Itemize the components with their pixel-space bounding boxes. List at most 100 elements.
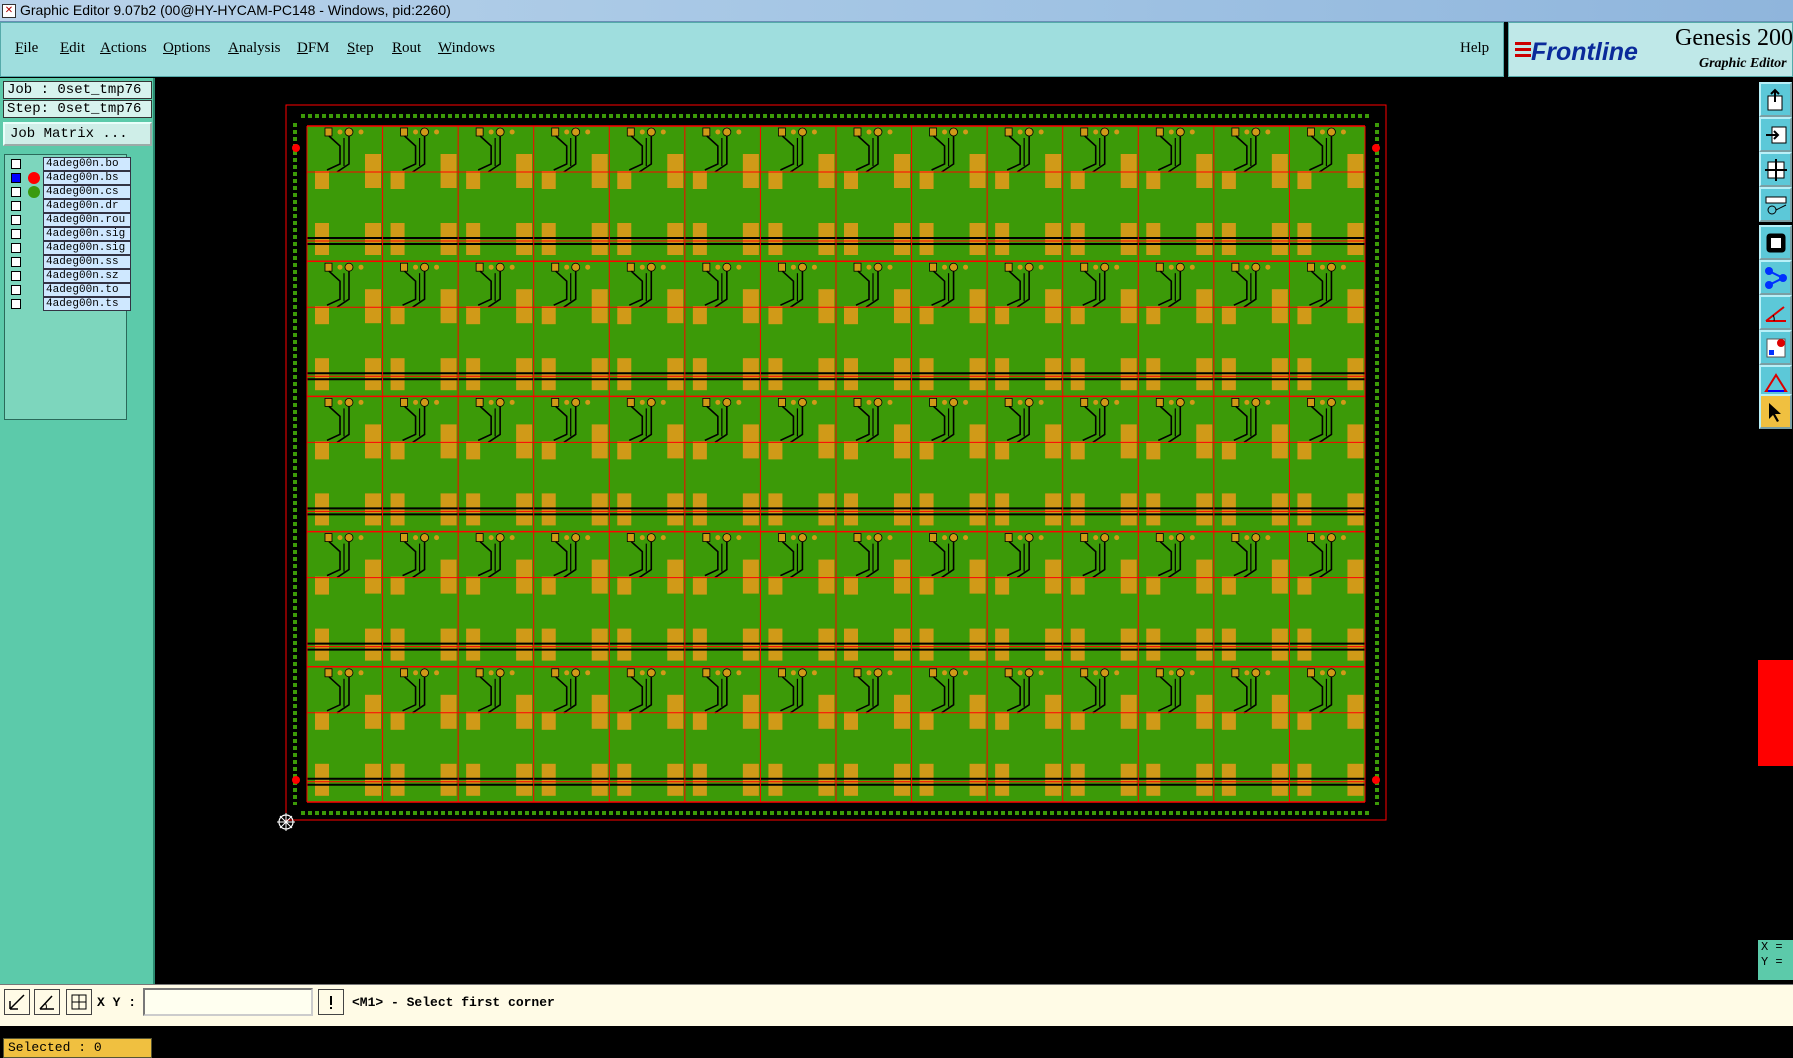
layer-name[interactable]: 4adeg00n.ss xyxy=(43,255,131,269)
x-coordinate-label: X = xyxy=(1761,940,1783,954)
menu-dfm[interactable]: DFM xyxy=(297,40,330,57)
tool-import-button[interactable] xyxy=(1759,117,1792,152)
pad xyxy=(1221,441,1236,460)
via xyxy=(1093,264,1099,270)
snap-mode-button[interactable] xyxy=(4,989,30,1015)
pad xyxy=(853,397,862,407)
app-icon[interactable]: ✕ xyxy=(2,4,16,18)
menu-label-rest: nalysis xyxy=(238,40,281,56)
menu-windows[interactable]: Windows xyxy=(438,40,495,57)
menu-actions[interactable]: Actions xyxy=(100,40,147,57)
layer-checkbox[interactable] xyxy=(11,229,21,239)
layer-checkbox[interactable] xyxy=(11,159,21,169)
pad xyxy=(894,154,910,188)
layer-checkbox[interactable] xyxy=(11,285,21,295)
via xyxy=(564,670,570,676)
layer-row[interactable]: 4adeg00n.sig xyxy=(7,227,131,242)
layer-name[interactable]: 4adeg00n.rou xyxy=(43,213,131,227)
pad xyxy=(844,441,858,460)
via xyxy=(736,264,742,270)
via xyxy=(722,262,732,272)
menu-edit[interactable]: Edit xyxy=(60,40,85,57)
via xyxy=(1319,670,1325,676)
layer-row[interactable]: 4adeg00n.bs xyxy=(7,171,131,186)
layer-checkbox[interactable] xyxy=(11,299,21,309)
pad xyxy=(1196,694,1213,729)
layer-name[interactable]: 4adeg00n.sz xyxy=(43,269,131,283)
layer-row[interactable]: 4adeg00n.to xyxy=(7,283,131,298)
menu-options[interactable]: Options xyxy=(163,40,211,57)
pad xyxy=(591,154,608,188)
layer-name[interactable]: 4adeg00n.bs xyxy=(43,171,131,185)
via xyxy=(1168,535,1174,541)
pcb-panel-view[interactable] xyxy=(155,78,1757,984)
pad xyxy=(1155,668,1164,678)
graphic-canvas[interactable] xyxy=(155,78,1757,984)
via xyxy=(434,670,440,676)
pad xyxy=(702,668,711,678)
tool-snap-button[interactable] xyxy=(1759,260,1792,295)
layer-name[interactable]: 4adeg00n.cs xyxy=(43,185,131,199)
pad xyxy=(617,171,632,189)
layer-row[interactable]: 4adeg00n.ss xyxy=(7,255,131,270)
tool-export-button[interactable] xyxy=(1759,82,1792,117)
execute-button[interactable] xyxy=(318,989,344,1015)
menu-help[interactable]: Help xyxy=(1460,40,1489,57)
menu-step[interactable]: Step xyxy=(347,40,374,57)
layer-checkbox[interactable] xyxy=(11,201,21,211)
pad xyxy=(1196,424,1213,459)
via xyxy=(790,399,796,405)
layer-name[interactable]: 4adeg00n.to xyxy=(43,283,131,297)
via xyxy=(1327,127,1336,137)
grid-mode-button[interactable] xyxy=(66,989,92,1015)
menu-analysis[interactable]: Analysis xyxy=(228,40,281,57)
layer-checkbox[interactable] xyxy=(11,215,21,225)
via xyxy=(639,399,645,405)
layer-row[interactable]: 4adeg00n.dr xyxy=(7,199,131,214)
layer-color-dot[interactable] xyxy=(28,172,40,184)
via xyxy=(873,668,883,678)
tool-layer-toggle-button[interactable] xyxy=(1759,225,1792,260)
job-matrix-button[interactable]: Job Matrix ... xyxy=(3,122,152,146)
via xyxy=(1244,129,1250,135)
layer-checkbox[interactable] xyxy=(11,271,21,281)
snap-icon xyxy=(9,994,25,1010)
pad xyxy=(315,576,329,595)
tool-angle-button[interactable] xyxy=(1759,295,1792,330)
layer-row[interactable]: 4adeg00n.ts xyxy=(7,297,131,312)
via xyxy=(1024,262,1034,272)
pad xyxy=(919,493,934,526)
layer-row[interactable]: 4adeg00n.cs xyxy=(7,185,131,200)
layer-name[interactable]: 4adeg00n.ts xyxy=(43,297,131,311)
tool-measure-button[interactable] xyxy=(1759,187,1792,222)
pad xyxy=(1080,533,1089,543)
via xyxy=(1168,264,1174,270)
via xyxy=(1093,535,1099,541)
via xyxy=(949,262,958,272)
layer-row[interactable]: 4adeg00n.rou xyxy=(7,213,131,228)
tool-pointer-button[interactable] xyxy=(1759,394,1792,429)
angle-mode-button[interactable] xyxy=(34,989,60,1015)
exclamation-icon xyxy=(330,996,332,1009)
layer-name[interactable]: 4adeg00n.bo xyxy=(43,157,131,171)
layer-checkbox[interactable] xyxy=(11,257,21,267)
menu-label-rest: tep xyxy=(355,40,374,56)
layer-name[interactable]: 4adeg00n.dr xyxy=(43,199,131,213)
logo-text: Frontline xyxy=(1531,38,1638,66)
layer-row[interactable]: 4adeg00n.sig xyxy=(7,241,131,256)
layer-name[interactable]: 4adeg00n.sig xyxy=(43,241,131,255)
layer-row[interactable]: 4adeg00n.sz xyxy=(7,269,131,284)
tool-features-button[interactable] xyxy=(1759,330,1792,365)
layer-name[interactable]: 4adeg00n.sig xyxy=(43,227,131,241)
layer-checkbox[interactable] xyxy=(11,173,21,183)
via xyxy=(344,668,354,678)
menu-rout[interactable]: Rout xyxy=(392,40,421,57)
xy-input[interactable] xyxy=(143,988,313,1016)
layer-row[interactable]: 4adeg00n.bo xyxy=(7,157,131,172)
layer-checkbox[interactable] xyxy=(11,243,21,253)
menu-file[interactable]: File xyxy=(15,40,38,57)
layer-checkbox[interactable] xyxy=(11,187,21,197)
tool-fit-button[interactable] xyxy=(1759,152,1792,187)
pad xyxy=(551,668,560,678)
layer-color-dot[interactable] xyxy=(28,186,40,198)
